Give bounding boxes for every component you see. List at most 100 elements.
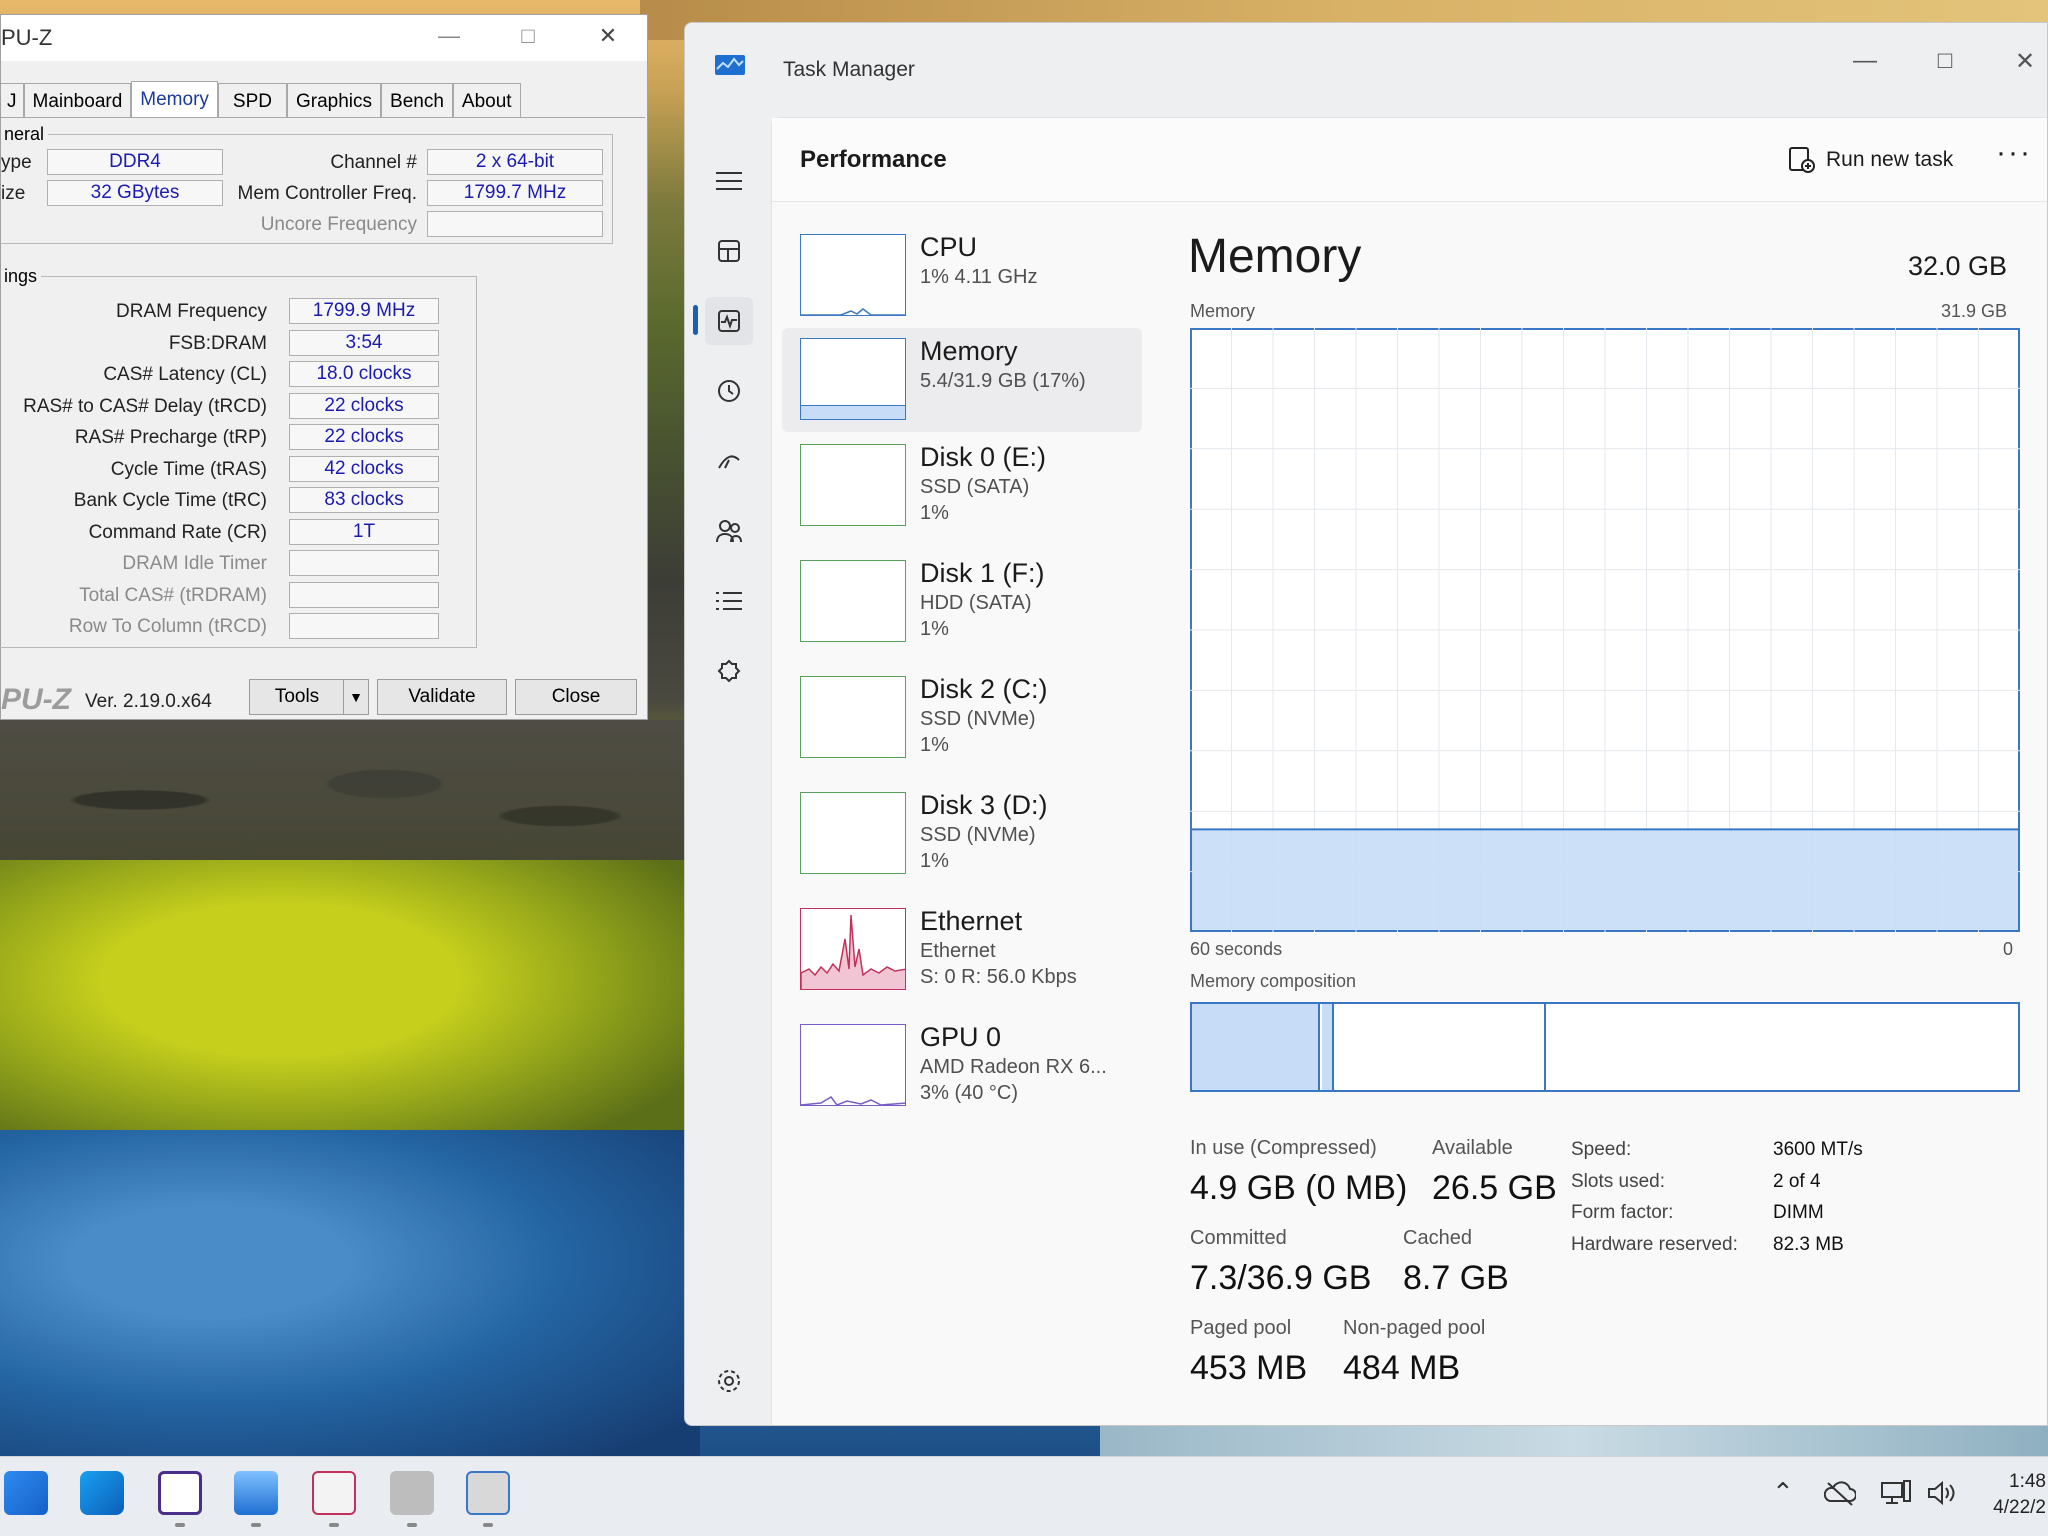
device-item-memory[interactable]: Memory 5.4/31.9 GB (17%) [782, 328, 1142, 432]
device-detail: SSD (SATA) [920, 476, 1030, 498]
spec-value: 82.3 MB [1773, 1233, 1844, 1255]
nav-processes[interactable] [705, 227, 753, 275]
timing-value [289, 581, 439, 608]
active-nav-indicator [693, 305, 698, 335]
gear-icon [718, 1370, 740, 1392]
timings-legend: ings [4, 266, 38, 286]
utility-running-indicator [407, 1523, 417, 1527]
tab-bench[interactable]: Bench [381, 83, 453, 117]
timing-value: 83 clocks [289, 487, 439, 513]
timing-label: DRAM Frequency [116, 301, 267, 322]
validate-button[interactable]: Validate [377, 679, 507, 715]
device-detail: SSD (NVMe) [920, 708, 1036, 730]
spec-label: Form factor: [1571, 1202, 1674, 1223]
in-use-label: In use (Compressed) [1190, 1137, 1377, 1159]
page-header: Performance Run new task ··· [772, 118, 2047, 202]
cpuz-titlebar[interactable]: PU-Z — □ ✕ [1, 15, 647, 61]
composition-modified[interactable] [1322, 1004, 1334, 1090]
spec-value: DIMM [1773, 1202, 1824, 1223]
device-item-ethernet[interactable]: Ethernet Ethernet S: 0 R: 56.0 Kbps [782, 898, 1142, 1002]
timing-label: RAS# to CAS# Delay (tRCD) [23, 395, 267, 417]
device-detail-secondary: S: 0 R: 56.0 Kbps [920, 966, 1077, 988]
tools-dropdown-button[interactable]: ▼ [343, 679, 369, 715]
tab-memory[interactable]: Memory [131, 81, 218, 117]
taskbar: ⌃ 1:48 4/22/2 [0, 1456, 2048, 1536]
minimize-button[interactable]: — [427, 23, 471, 49]
cpuz-footer: PU-Z Ver. 2.19.0.x64 Tools ▼ Validate Cl… [1, 675, 647, 719]
composition-free[interactable] [1548, 1004, 2018, 1090]
nav-settings[interactable] [705, 1357, 753, 1405]
taskbar-remote-app[interactable] [466, 1471, 510, 1515]
in-use-value: 4.9 GB (0 MB) [1190, 1169, 1408, 1207]
nav-performance[interactable] [705, 297, 753, 345]
close-button[interactable]: ✕ [586, 23, 630, 49]
paged-pool-label: Paged pool [1190, 1317, 1292, 1339]
timing-label: DRAM Idle Timer [122, 553, 267, 574]
graph-x-right-label: 0 [2002, 939, 2013, 959]
cached-label: Cached [1403, 1227, 1472, 1249]
tab-spd[interactable]: SPD [217, 83, 287, 117]
minimize-button[interactable]: — [1835, 47, 1895, 75]
device-detail-secondary: 1% [920, 502, 949, 524]
device-item-cpu[interactable]: CPU 1% 4.11 GHz [782, 224, 1142, 328]
device-name: Ethernet [920, 906, 1023, 936]
maximize-button[interactable]: □ [506, 23, 550, 49]
cloud-offline-icon[interactable] [1824, 1479, 1856, 1507]
memctrl-label: Mem Controller Freq. [237, 183, 418, 204]
run-new-task-button[interactable]: Run new task [1788, 142, 1953, 178]
nav-services[interactable] [705, 647, 753, 695]
device-item-disk-2-c[interactable]: Disk 2 (C:) SSD (NVMe) 1% [782, 666, 1142, 770]
spec-value: 2 of 4 [1773, 1170, 1821, 1192]
taskbar-cpuz-app[interactable] [158, 1471, 202, 1515]
memory-usage-max: 31.9 GB [1940, 301, 2007, 321]
volume-icon[interactable] [1926, 1479, 1958, 1507]
device-detail: 1% 4.11 GHz [920, 266, 1038, 288]
timing-label: FSB:DRAM [168, 332, 267, 354]
memory-usage-graph [1190, 328, 2020, 932]
composition-standby[interactable] [1336, 1004, 1546, 1090]
cached-value: 8.7 GB [1403, 1259, 1509, 1297]
type-label: ype [1, 152, 32, 173]
taskbar-utility-app[interactable] [390, 1471, 434, 1515]
tab-mainboard[interactable]: Mainboard [23, 83, 132, 117]
nav-details[interactable] [705, 577, 753, 625]
performance-icon [718, 310, 740, 332]
device-name: Disk 1 (F:) [920, 558, 1045, 588]
channel-label: Channel # [330, 152, 417, 173]
memctrl-value: 1799.7 MHz [427, 180, 603, 206]
hamburger-menu-button[interactable] [705, 157, 753, 205]
device-detail: SSD (NVMe) [920, 824, 1036, 846]
device-detail: AMD Radeon RX 6... [920, 1056, 1107, 1078]
network-icon[interactable] [1880, 1479, 1912, 1507]
memory-composition-bar [1190, 1002, 2020, 1092]
memory-usage-area [1192, 829, 2018, 930]
taskbar-outlook-app[interactable] [80, 1471, 124, 1515]
device-item-disk-3-d[interactable]: Disk 3 (D:) SSD (NVMe) 1% [782, 782, 1142, 886]
nav-startup-apps[interactable] [705, 437, 753, 485]
system-clock[interactable]: 1:48 4/22/2 [1976, 1469, 2046, 1521]
device-name: Memory [920, 336, 1018, 366]
taskbar-store-app[interactable] [4, 1471, 48, 1515]
cpuz-window: PU-Z — □ ✕ J Mainboard Memory SPD Graphi… [0, 14, 648, 720]
device-item-gpu-0[interactable]: GPU 0 AMD Radeon RX 6... 3% (40 °C) [782, 1014, 1142, 1118]
device-thumbnail-graph [800, 792, 906, 874]
maximize-button[interactable]: □ [1915, 47, 1975, 75]
tools-button[interactable]: Tools [249, 679, 345, 715]
composition-in-use[interactable] [1192, 1004, 1320, 1090]
uncore-label: Uncore Frequency [260, 214, 417, 235]
available-value: 26.5 GB [1432, 1169, 1557, 1207]
close-app-button[interactable]: Close [515, 679, 637, 715]
tab-cpu[interactable]: J [1, 83, 24, 117]
device-item-disk-1-f[interactable]: Disk 1 (F:) HDD (SATA) 1% [782, 550, 1142, 654]
nav-app-history[interactable] [705, 367, 753, 415]
taskbar-snipping-app[interactable] [312, 1471, 356, 1515]
taskbar-taskmanager-app[interactable] [234, 1471, 278, 1515]
tab-about[interactable]: About [452, 83, 521, 117]
show-hidden-icons-chevron-icon[interactable]: ⌃ [1772, 1477, 1794, 1508]
nav-users[interactable] [705, 507, 753, 555]
more-options-button[interactable]: ··· [1996, 136, 2032, 170]
tab-graphics[interactable]: Graphics [286, 83, 382, 117]
device-item-disk-0-e[interactable]: Disk 0 (E:) SSD (SATA) 1% [782, 434, 1142, 538]
spec-label: Slots used: [1571, 1170, 1665, 1192]
close-button[interactable]: ✕ [1995, 47, 2047, 76]
